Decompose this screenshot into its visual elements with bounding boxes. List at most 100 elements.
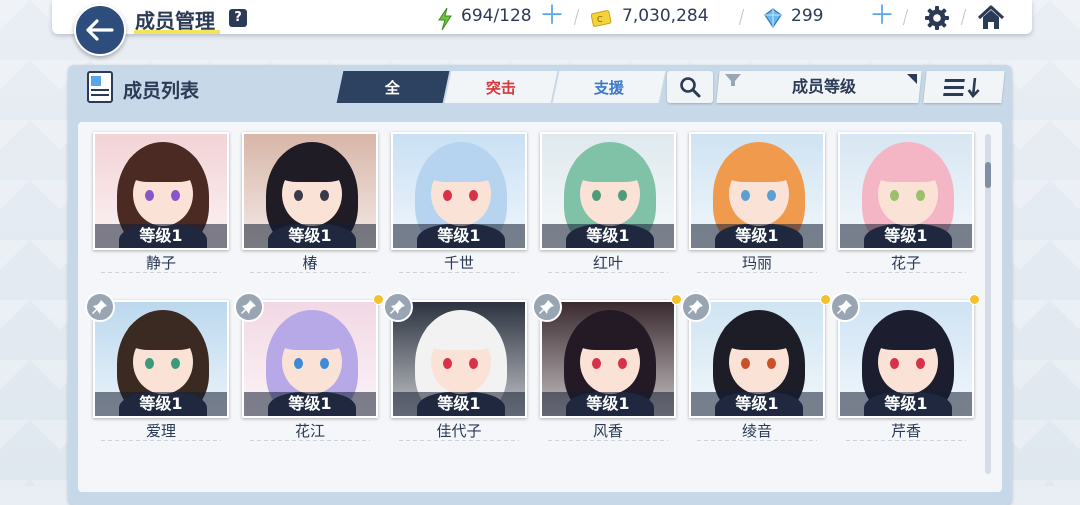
member-name: 绫音 — [741, 422, 772, 440]
member-card[interactable]: 等级1 风香 — [532, 292, 682, 450]
scrollbar-thumb[interactable] — [985, 162, 991, 188]
character-eye — [443, 190, 452, 201]
character-bangs — [425, 148, 497, 182]
stamina-icon — [438, 8, 452, 30]
notification-dot — [969, 294, 980, 305]
member-card[interactable]: 等级1 红叶 — [540, 132, 676, 282]
panel-title: 成员列表 — [123, 80, 200, 102]
member-card[interactable]: 等级1 佳代子 — [383, 292, 527, 450]
add-stamina-button[interactable]: ＋ — [539, 3, 565, 29]
tab-striker[interactable]: 突击 — [444, 71, 558, 103]
member-level: 等级1 — [691, 224, 823, 248]
character-eye — [592, 190, 601, 201]
home-icon[interactable] — [977, 5, 1005, 31]
member-card[interactable]: 等级1 芹香 — [830, 292, 980, 450]
member-level: 等级1 — [244, 392, 376, 416]
member-card[interactable]: 等级1 静子 — [93, 132, 229, 282]
character-eye — [767, 190, 776, 201]
member-name: 静子 — [145, 254, 176, 272]
character-bangs — [425, 316, 497, 350]
member-name: 玛丽 — [741, 254, 772, 272]
character-eye — [469, 358, 478, 369]
search-button[interactable] — [667, 71, 713, 103]
role-filter-tabs: 全 突击 支援 — [336, 71, 666, 103]
name-divider — [399, 272, 519, 273]
pin-icon[interactable] — [830, 292, 860, 322]
character-bangs — [872, 316, 944, 350]
member-name: 爱理 — [145, 422, 176, 440]
member-portrait: 等级1 — [242, 132, 378, 250]
character-bangs — [276, 316, 348, 350]
character-bangs — [276, 148, 348, 182]
member-card[interactable]: 等级1 爱理 — [85, 292, 229, 450]
add-gems-button[interactable]: ＋ — [869, 3, 895, 29]
character-eye — [145, 190, 154, 201]
stamina-value: 694/128 — [461, 6, 532, 26]
back-button[interactable] — [74, 4, 126, 56]
member-level: 等级1 — [542, 392, 674, 416]
member-level: 等级1 — [840, 392, 972, 416]
character-eye — [890, 190, 899, 201]
name-divider — [250, 272, 370, 273]
dropdown-corner-icon — [907, 74, 917, 84]
gear-icon[interactable] — [924, 5, 950, 31]
sort-order-button[interactable] — [923, 71, 1005, 103]
member-level: 等级1 — [95, 224, 227, 248]
member-level: 等级1 — [691, 392, 823, 416]
character-eye — [171, 358, 180, 369]
member-portrait: 等级1 — [838, 132, 974, 250]
search-icon — [680, 77, 701, 98]
member-portrait: 等级1 — [540, 132, 676, 250]
member-card[interactable]: 等级1 花江 — [234, 292, 384, 450]
help-button[interactable]: ? — [229, 9, 247, 27]
pin-icon[interactable] — [383, 292, 413, 322]
member-card[interactable]: 等级1 玛丽 — [689, 132, 825, 282]
tab-all[interactable]: 全 — [336, 71, 450, 103]
character-eye — [320, 358, 329, 369]
member-portrait: 等级1 — [391, 132, 527, 250]
character-eye — [294, 358, 303, 369]
name-divider — [548, 440, 668, 441]
member-name: 千世 — [443, 254, 474, 272]
member-name: 芹香 — [890, 422, 921, 440]
character-eye — [469, 190, 478, 201]
member-portrait: 等级1 — [93, 132, 229, 250]
title-underline — [134, 30, 220, 34]
name-divider — [846, 272, 966, 273]
character-eye — [294, 190, 303, 201]
member-level: 等级1 — [393, 392, 525, 416]
credit-icon: C — [591, 10, 612, 27]
character-bangs — [127, 316, 199, 350]
name-divider — [548, 272, 668, 273]
gems-value: 299 — [791, 6, 824, 26]
pin-icon[interactable] — [681, 292, 711, 322]
name-divider — [101, 272, 221, 273]
member-portrait: 等级1 — [391, 300, 527, 418]
pin-icon[interactable] — [532, 292, 562, 322]
tab-striker-label: 突击 — [485, 78, 516, 97]
character-bangs — [723, 316, 795, 350]
member-level: 等级1 — [393, 224, 525, 248]
name-divider — [697, 440, 817, 441]
name-divider — [250, 440, 370, 441]
member-card[interactable]: 等级1 椿 — [242, 132, 378, 282]
member-card[interactable]: 等级1 绫音 — [681, 292, 831, 450]
member-name: 风香 — [592, 422, 623, 440]
member-name: 红叶 — [592, 254, 623, 272]
name-divider — [101, 440, 221, 441]
member-card[interactable]: 等级1 千世 — [391, 132, 527, 282]
pin-icon[interactable] — [85, 292, 115, 322]
member-level: 等级1 — [542, 224, 674, 248]
member-portrait: 等级1 — [93, 300, 229, 418]
tab-special[interactable]: 支援 — [552, 71, 666, 103]
character-eye — [741, 358, 750, 369]
tab-special-label: 支援 — [593, 78, 624, 97]
member-portrait: 等级1 — [689, 132, 825, 250]
member-portrait: 等级1 — [838, 300, 974, 418]
character-eye — [767, 358, 776, 369]
member-portrait: 等级1 — [689, 300, 825, 418]
member-card[interactable]: 等级1 花子 — [838, 132, 974, 282]
character-eye — [741, 190, 750, 201]
pin-icon[interactable] — [234, 292, 264, 322]
member-name: 佳代子 — [436, 422, 482, 440]
